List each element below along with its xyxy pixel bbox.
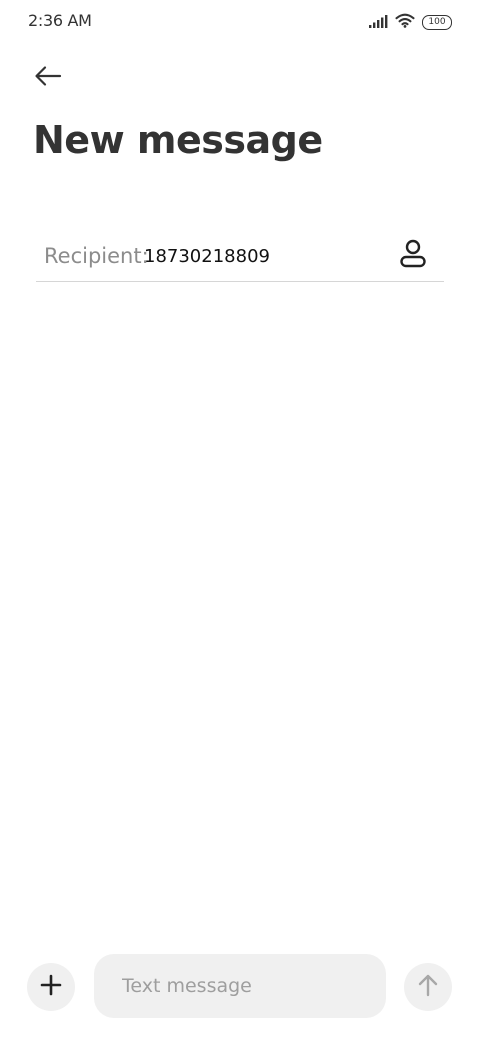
status-bar: 2:36 AM 100 <box>0 0 480 44</box>
attach-button[interactable] <box>27 963 75 1011</box>
recipient-row: Recipient: <box>36 232 444 282</box>
signal-icon <box>368 13 388 32</box>
arrow-up-icon <box>417 973 439 1001</box>
message-field[interactable] <box>94 954 386 1018</box>
wifi-icon <box>395 13 415 32</box>
battery-icon: 100 <box>422 14 452 30</box>
contact-picker-button[interactable] <box>398 238 428 272</box>
status-icons: 100 <box>368 12 452 32</box>
send-button[interactable] <box>404 963 452 1011</box>
composer-bar <box>0 950 480 1020</box>
battery-level: 100 <box>428 16 446 27</box>
plus-icon <box>40 974 62 1000</box>
message-input[interactable] <box>122 972 372 1000</box>
recipient-input[interactable] <box>144 242 384 270</box>
back-button[interactable] <box>30 62 66 94</box>
status-time: 2:36 AM <box>28 11 92 30</box>
page-title: New message <box>33 118 323 162</box>
recipient-label: Recipient: <box>44 244 149 268</box>
arrow-left-icon <box>33 65 63 91</box>
person-icon <box>399 238 427 272</box>
